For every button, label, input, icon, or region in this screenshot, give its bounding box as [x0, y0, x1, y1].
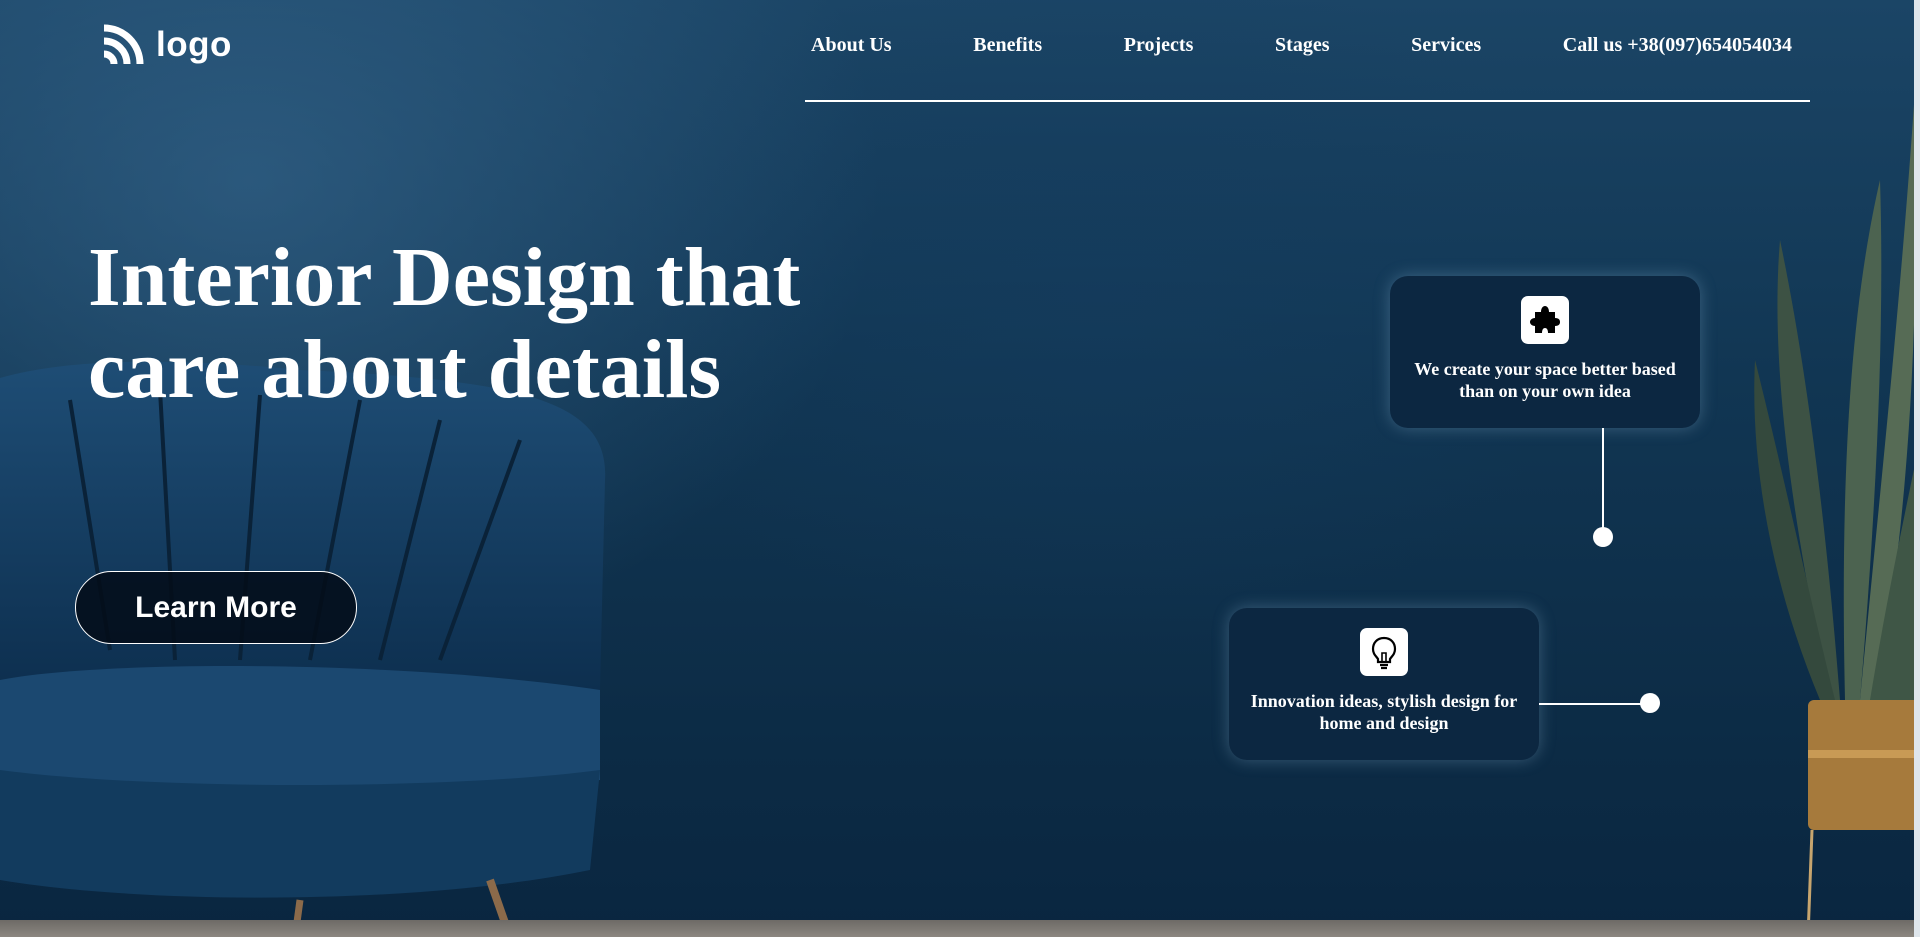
- puzzle-icon: [1521, 296, 1569, 344]
- main-nav: About Us Benefits Projects Stages Servic…: [805, 34, 1810, 102]
- nav-stages[interactable]: Stages: [1275, 34, 1329, 57]
- feature-card-idea: We create your space better based than o…: [1390, 276, 1700, 428]
- lightbulb-icon: [1360, 628, 1408, 676]
- plant-image: [1754, 90, 1920, 937]
- connector-line: [1539, 703, 1649, 705]
- nav-about-us[interactable]: About Us: [811, 34, 892, 57]
- nav-services[interactable]: Services: [1411, 34, 1481, 57]
- floor: [0, 920, 1920, 937]
- nav-projects[interactable]: Projects: [1124, 34, 1194, 57]
- logo-icon: [103, 24, 144, 65]
- nav-divider: [805, 100, 1810, 102]
- feature-card-innovation: Innovation ideas, stylish design for hom…: [1229, 608, 1539, 760]
- connector-dot: [1640, 693, 1660, 713]
- feature-card-text: We create your space better based than o…: [1414, 359, 1676, 401]
- learn-more-button[interactable]: Learn More: [75, 571, 357, 644]
- logo-text: logo: [156, 25, 232, 64]
- feature-card-text: Innovation ideas, stylish design for hom…: [1250, 691, 1518, 733]
- connector-line: [1602, 428, 1604, 528]
- page-edge: [1914, 0, 1920, 937]
- nav-call-us-phone[interactable]: Call us +38(097)654054034: [1563, 34, 1792, 57]
- armchair-image: [0, 361, 606, 937]
- nav-benefits[interactable]: Benefits: [973, 34, 1042, 57]
- connector-dot: [1593, 527, 1613, 547]
- logo[interactable]: logo: [100, 22, 232, 68]
- hero-title: Interior Design that care about details: [88, 231, 801, 416]
